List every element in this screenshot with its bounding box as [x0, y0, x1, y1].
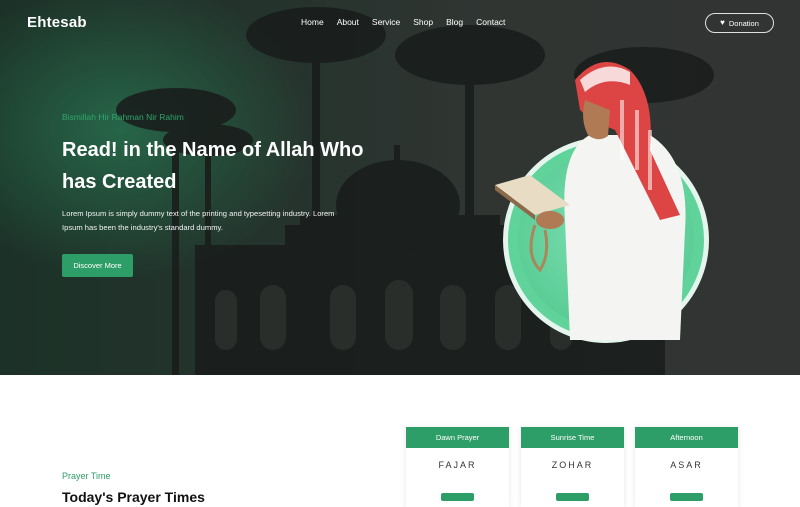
site-logo[interactable]: Ehtesab — [27, 14, 87, 31]
prayer-section-heading: Today's Prayer Times — [62, 489, 205, 505]
praying-man-image — [495, 62, 686, 340]
nav-home[interactable]: Home — [301, 17, 324, 27]
prayer-card-title: Afternoon — [635, 427, 738, 448]
hero-headline: Read! in the Name of Allah Who has Creat… — [62, 139, 364, 193]
hero-intro: Lorem Ipsum is simply dummy text of the … — [62, 209, 335, 232]
nav-about[interactable]: About — [337, 17, 359, 27]
prayer-card-zohar: Sunrise Time ZOHAR — [521, 427, 624, 507]
prayer-card-name: ZOHAR — [551, 460, 594, 470]
donation-label: Donation — [728, 18, 759, 28]
nav-blog[interactable]: Blog — [446, 17, 463, 27]
prayer-card-asar: Afternoon ASAR — [635, 427, 738, 507]
prayer-card-name: FAJAR — [438, 460, 477, 470]
hero-tagline: Bismillah Hir Rahman Nir Rahim — [62, 112, 184, 122]
discover-more-button[interactable]: Discover More — [62, 254, 133, 277]
hero-section: Ehtesab Home About Service Shop Blog Con… — [0, 0, 800, 375]
prayer-card-fajar: Dawn Prayer FAJAR — [406, 427, 509, 507]
nav-contact[interactable]: Contact — [476, 17, 505, 27]
heart-icon: ♥ — [720, 18, 725, 27]
nav-service[interactable]: Service — [372, 17, 400, 27]
prayer-card-title: Sunrise Time — [521, 427, 624, 448]
prayer-card-title: Dawn Prayer — [406, 427, 509, 448]
prayer-card-name: ASAR — [670, 460, 703, 470]
nav-shop[interactable]: Shop — [413, 17, 433, 27]
prayer-section-label: Prayer Time — [62, 471, 111, 481]
donation-button[interactable]: ♥ Donation — [705, 13, 774, 33]
main-menu: Home About Service Shop Blog Contact — [301, 17, 518, 27]
